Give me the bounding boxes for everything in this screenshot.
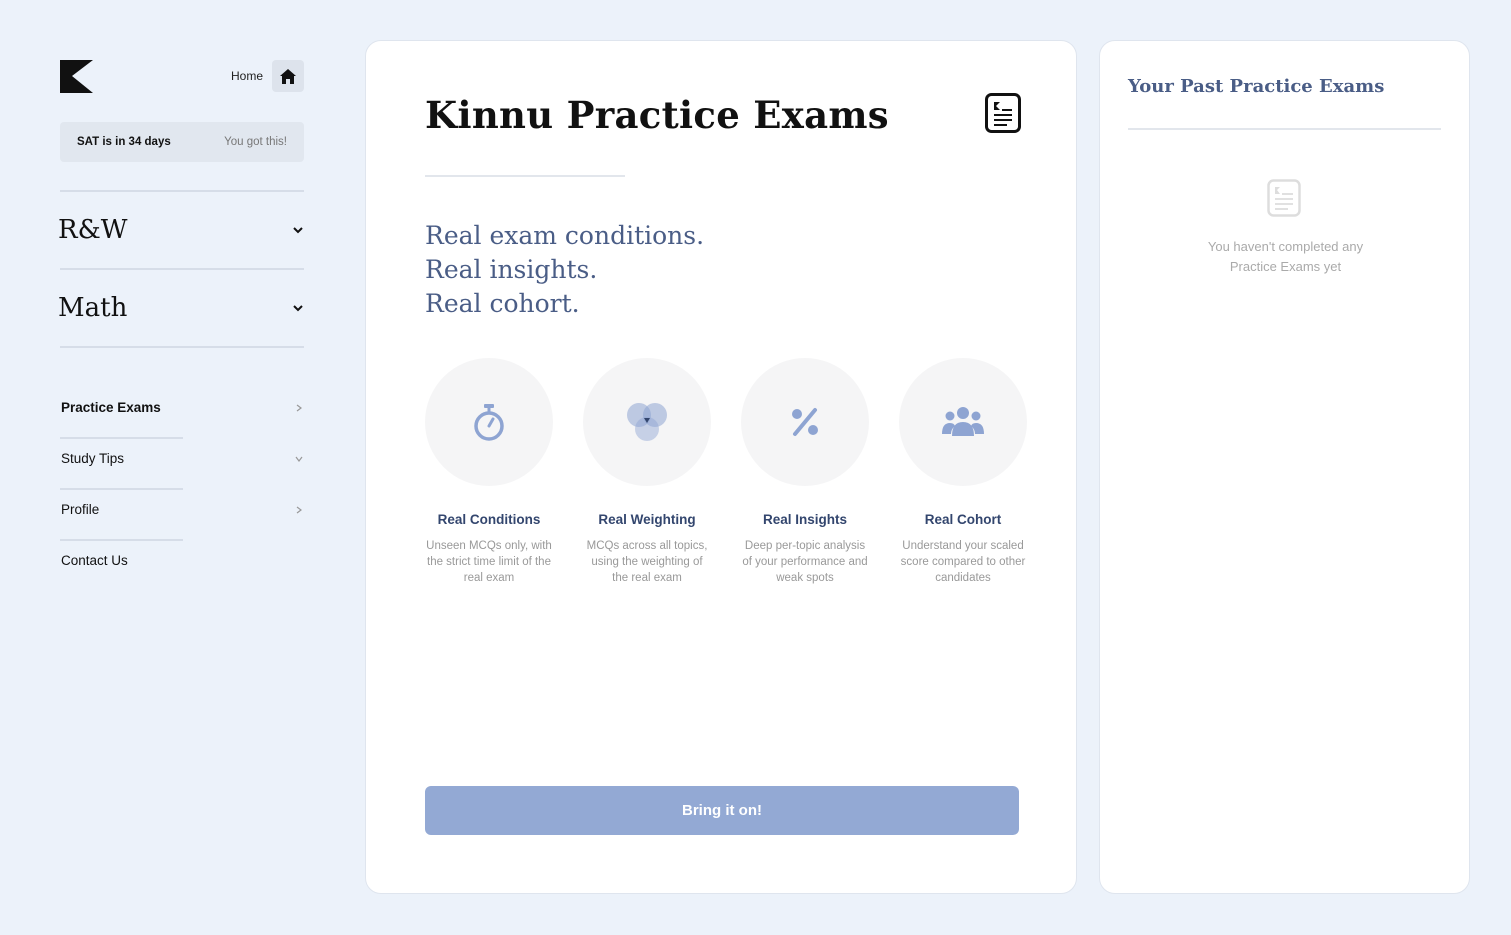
feature-description: Deep per-topic analysis of your performa…	[742, 540, 868, 584]
page-title: Kinnu Practice Exams	[425, 93, 889, 137]
kinnu-logo[interactable]	[60, 60, 93, 93]
nav-item-study-tips[interactable]: Study Tips	[60, 439, 304, 490]
feature-real-cohort: Real Cohort Understand your scaled score…	[899, 358, 1027, 586]
chevron-down-icon[interactable]	[292, 224, 304, 236]
nav-item-practice-exams[interactable]: Practice Exams	[60, 388, 304, 439]
feature-title: Real Weighting	[598, 512, 696, 527]
past-exams-card: Your Past Practice Exams You haven't com…	[1099, 40, 1470, 894]
document-icon	[1267, 179, 1301, 217]
tagline-line: Real insights.	[425, 255, 598, 284]
venn-diagram-icon	[627, 403, 667, 441]
section-rw[interactable]: R&W	[58, 190, 304, 268]
empty-state-text: You haven't completed any Practice Exams…	[1207, 239, 1364, 274]
feature-description: Unseen MCQs only, with the strict time l…	[426, 540, 552, 584]
feature-title: Real Conditions	[437, 512, 541, 527]
chevron-right-icon	[296, 404, 302, 412]
sat-countdown: SAT is in 34 days	[77, 136, 171, 148]
feature-icon-circle	[741, 358, 869, 486]
home-button[interactable]	[272, 60, 304, 92]
stopwatch-icon	[474, 404, 504, 441]
bring-it-on-button[interactable]: Bring it on!	[425, 786, 1019, 835]
feature-real-conditions: Real Conditions Unseen MCQs only, with t…	[425, 358, 553, 586]
feature-title: Real Insights	[762, 512, 848, 527]
practice-exams-card: Kinnu Practice Exams Real exam condition…	[365, 40, 1077, 894]
nav-item-label: Study Tips	[61, 451, 125, 466]
nav-item-contact-us[interactable]: Contact Us	[60, 541, 304, 592]
percent-icon	[792, 408, 818, 436]
feature-title: Real Cohort	[924, 512, 1002, 527]
feature-description: MCQs across all topics, using the weight…	[586, 540, 708, 584]
nav-item-label: Contact Us	[61, 553, 128, 568]
tagline: Real exam conditions. Real insights. Rea…	[425, 219, 704, 321]
nav-item-label: Practice Exams	[61, 400, 161, 415]
group-icon	[942, 407, 984, 436]
past-exams-title: Your Past Practice Exams	[1128, 76, 1385, 97]
section-title-rw: R&W	[58, 215, 128, 245]
home-link[interactable]: Home	[231, 69, 263, 83]
chevron-down-icon[interactable]	[292, 302, 304, 314]
feature-icon-circle	[583, 358, 711, 486]
document-icon	[985, 93, 1021, 133]
divider	[60, 346, 304, 348]
sidebar-nav: Practice Exams Study Tips Profile Contac…	[60, 388, 304, 592]
feature-real-weighting: Real Weighting MCQs across all topics, u…	[583, 358, 711, 586]
section-math[interactable]: Math	[58, 268, 304, 348]
nav-item-profile[interactable]: Profile	[60, 490, 304, 541]
empty-state-message: You haven't completed any Practice Exams…	[1100, 237, 1471, 277]
tagline-line: Real exam conditions.	[425, 221, 705, 250]
sat-countdown-banner: SAT is in 34 days You got this!	[60, 122, 304, 162]
divider	[425, 175, 625, 177]
feature-real-insights: Real Insights Deep per-topic analysis of…	[741, 358, 869, 586]
sat-encouragement: You got this!	[224, 136, 287, 148]
chevron-right-icon	[296, 506, 302, 514]
home-icon	[280, 68, 296, 84]
feature-icon-circle	[425, 358, 553, 486]
divider	[1128, 128, 1441, 130]
chevron-down-icon	[295, 456, 303, 462]
feature-icon-circle	[899, 358, 1027, 486]
nav-item-label: Profile	[61, 502, 100, 517]
section-title-math: Math	[58, 293, 128, 323]
feature-description: Understand your scaled score compared to…	[900, 540, 1026, 584]
tagline-line: Real cohort.	[425, 289, 580, 318]
